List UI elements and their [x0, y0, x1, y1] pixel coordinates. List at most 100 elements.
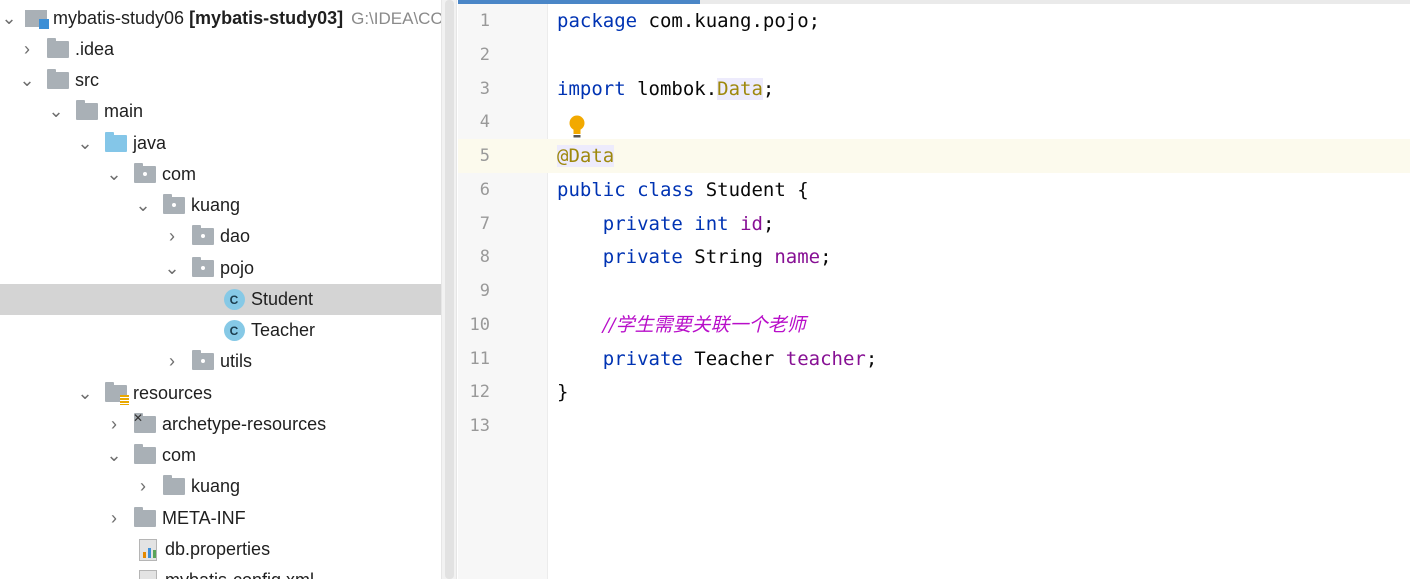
tree-item-java[interactable]: ⌄ java: [0, 128, 441, 159]
tree-item-label: java: [133, 133, 167, 153]
keyword: private: [602, 348, 683, 370]
chevron-right-icon[interactable]: ›: [163, 351, 181, 371]
scrollbar-thumb[interactable]: [445, 0, 454, 579]
chevron-down-icon[interactable]: ⌄: [105, 445, 123, 465]
chevron-down-icon[interactable]: ⌄: [105, 164, 123, 184]
code-line-3[interactable]: import lombok.Data;: [557, 72, 774, 106]
line-number: 8: [479, 247, 490, 267]
closing-brace: }: [557, 381, 569, 403]
type-name: String: [682, 246, 775, 268]
project-name: mybatis-study06: [53, 8, 185, 28]
tree-item-meta-inf[interactable]: › META-INF: [0, 503, 441, 534]
tree-item-label: kuang: [191, 476, 241, 496]
folder-icon: [46, 38, 70, 62]
tree-item-label: resources: [133, 383, 213, 403]
resources-folder-icon: [104, 382, 129, 406]
code-line-11[interactable]: private Teacher teacher;: [557, 342, 878, 376]
line-number: 4: [479, 112, 490, 132]
class-icon: C: [222, 319, 246, 343]
chevron-right-icon[interactable]: ›: [105, 508, 123, 528]
tree-item-idea[interactable]: › .idea: [0, 34, 441, 65]
tree-item-dao[interactable]: › dao: [0, 221, 441, 252]
code-line-12[interactable]: }: [557, 375, 568, 409]
tree-item-student[interactable]: C Student: [0, 284, 441, 315]
tree-item-label: pojo: [220, 258, 255, 278]
tree-item-label: main: [104, 101, 144, 121]
code-line-1[interactable]: package com.kuang.pojo;: [557, 4, 820, 38]
tree-item-db-properties[interactable]: db.properties: [0, 534, 441, 565]
excluded-folder-icon: ✕: [133, 411, 157, 437]
line-number: 1: [479, 11, 490, 31]
chevron-down-icon[interactable]: ⌄: [0, 8, 18, 28]
field-name: name: [774, 246, 821, 268]
chevron-down-icon[interactable]: ⌄: [47, 101, 65, 121]
code-line-6[interactable]: public class Student {: [557, 173, 809, 207]
tree-scrollbar[interactable]: [441, 0, 457, 579]
tree-item-resources[interactable]: ⌄ resources: [0, 378, 441, 409]
folder-icon: [75, 100, 99, 124]
chevron-down-icon[interactable]: ⌄: [76, 133, 94, 153]
class-name: Student {: [694, 179, 809, 201]
chevron-down-icon[interactable]: ⌄: [76, 383, 94, 403]
keyword: private: [602, 246, 683, 268]
tree-item-com-resources[interactable]: ⌄ com: [0, 440, 441, 471]
import-class: Data: [717, 78, 763, 100]
tree-row-project[interactable]: ⌄ mybatis-study06 [mybatis-study03] G:\I…: [0, 3, 441, 34]
code-line-10[interactable]: //学生需要关联一个老师: [557, 308, 806, 342]
folder-icon: [46, 69, 70, 93]
tree-item-label: .idea: [75, 39, 115, 59]
type-name: Teacher: [682, 348, 786, 370]
chevron-down-icon[interactable]: ⌄: [163, 258, 181, 278]
class-icon: C: [222, 288, 246, 312]
tree-item-utils[interactable]: › utils: [0, 346, 441, 377]
semicolon: ;: [762, 213, 775, 235]
keyword: int: [694, 213, 729, 235]
tree-item-label: com: [162, 164, 197, 184]
line-number: 12: [469, 382, 490, 402]
tree-item-label: Teacher: [251, 320, 316, 340]
tree-item-label: mybatis-config.xml: [165, 570, 314, 579]
keyword: public: [557, 179, 626, 201]
annotation: @Data: [557, 145, 615, 167]
code-line-5[interactable]: @Data: [557, 139, 615, 173]
tree-item-teacher[interactable]: C Teacher: [0, 315, 441, 346]
chevron-right-icon[interactable]: ›: [105, 414, 123, 434]
tree-item-kuang-resources[interactable]: › kuang: [0, 471, 441, 502]
tree-item-label: utils: [220, 351, 253, 371]
semicolon: ;: [820, 246, 832, 268]
tree-item-com[interactable]: ⌄ com: [0, 159, 441, 190]
keyword: class: [637, 179, 695, 201]
code-line-8[interactable]: private String name;: [557, 240, 832, 274]
keyword: package: [557, 10, 638, 32]
chevron-down-icon[interactable]: ⌄: [18, 70, 36, 90]
line-number: 13: [469, 416, 490, 436]
tree-item-label: com: [162, 445, 197, 465]
folder-icon: [162, 475, 186, 499]
line-number: 6: [479, 180, 490, 200]
lightbulb-icon[interactable]: [567, 114, 587, 140]
tree-item-pojo[interactable]: ⌄ pojo: [0, 253, 441, 284]
properties-file-icon: [136, 569, 160, 579]
import-path: lombok.: [625, 78, 718, 100]
line-number: 2: [479, 45, 490, 65]
folder-icon: [133, 507, 157, 531]
code-line-7[interactable]: private int id;: [557, 207, 775, 241]
tree-item-mybatis-config[interactable]: mybatis-config.xml: [0, 565, 441, 579]
project-module: [mybatis-study03]: [189, 8, 344, 28]
project-tree: ⌄ mybatis-study06 [mybatis-study03] G:\I…: [0, 0, 441, 579]
tree-item-main[interactable]: ⌄ main: [0, 96, 441, 127]
tree-item-label: dao: [220, 226, 251, 246]
line-number: 5: [479, 146, 490, 166]
tree-item-label: archetype-resources: [162, 414, 327, 434]
line-number: 3: [479, 79, 490, 99]
tree-item-kuang[interactable]: ⌄ kuang: [0, 190, 441, 221]
keyword: private: [602, 213, 683, 235]
tree-item-src[interactable]: ⌄ src: [0, 65, 441, 96]
semicolon: ;: [762, 78, 775, 100]
chevron-right-icon[interactable]: ›: [134, 476, 152, 496]
chevron-down-icon[interactable]: ⌄: [134, 195, 152, 215]
chevron-right-icon[interactable]: ›: [163, 226, 181, 246]
line-number: 7: [479, 214, 490, 234]
tree-item-archetype-resources[interactable]: › ✕ archetype-resources: [0, 409, 441, 440]
chevron-right-icon[interactable]: ›: [18, 39, 36, 59]
